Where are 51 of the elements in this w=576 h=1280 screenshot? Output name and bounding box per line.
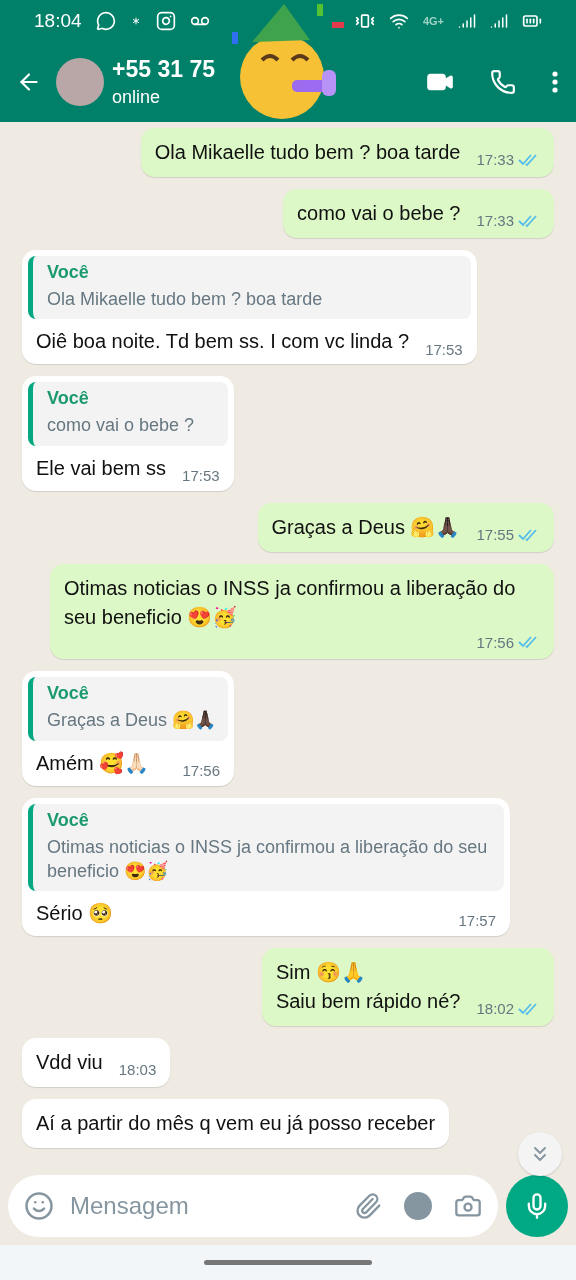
instagram-icon: [155, 11, 176, 31]
message-time: 17:33: [476, 150, 514, 171]
quoted-message[interactable]: Você Ola Mikaelle tudo bem ? boa tarde: [28, 256, 471, 320]
menu-icon: [552, 71, 558, 93]
phone-icon: [490, 69, 516, 95]
vibrate-icon: [354, 11, 375, 31]
signal-icon: [490, 12, 508, 30]
quote-text: Graças a Deus 🤗🙏🏿: [47, 709, 217, 733]
network-type: 4G+: [422, 15, 444, 27]
message-time: 17:53: [425, 339, 463, 360]
chat-bubble-icon: [95, 11, 116, 31]
message-text: Amém 🥰🙏🏻: [36, 750, 150, 776]
message-text: Otimas noticias o INSS ja confirmou a liberação do seu beneficio 😍🥳: [64, 575, 517, 631]
status-time: 18:04: [34, 10, 82, 32]
contact-name[interactable]: +55 31 75: [112, 56, 396, 83]
message-text: Ele vai bem ss: [36, 455, 167, 481]
quoted-message[interactable]: Você como vai o bebe ?: [28, 382, 228, 446]
signal-icon: [458, 12, 476, 30]
message-time: 17:56: [476, 632, 514, 653]
message-text: Sim 😚🙏 Saiu bem rápido né?: [275, 960, 461, 1015]
quote-text: como vai o bebe ?: [47, 414, 196, 438]
message-input-field[interactable]: Mensagem: [68, 1191, 340, 1221]
quote-text: Ola Mikaelle tudo bem ? boa tarde: [47, 288, 324, 311]
message-time: 18:02: [476, 999, 514, 1020]
message-text: Sério 🥺: [36, 901, 114, 927]
quote-author: Você: [47, 388, 90, 410]
message-time: 18:03: [118, 1060, 157, 1081]
message-text: Graças a Deus 🤗🙏🏿: [271, 514, 461, 540]
message-text: Aí a partir do mês q vem eu já posso receber: [36, 1111, 436, 1137]
message-text: como vai o bebe ?: [297, 201, 461, 226]
message-time: 17:53: [182, 465, 220, 486]
wifi-icon: [388, 11, 409, 31]
message-composer-field[interactable]: Mensagem: [8, 1175, 498, 1237]
quoted-message[interactable]: Você Graças a Deus 🤗🙏🏿: [28, 677, 229, 741]
quote-author: Você: [47, 683, 90, 705]
message-time: 17:55: [476, 524, 514, 545]
message-time: 17:57: [458, 911, 496, 932]
smiley-icon: [24, 1191, 54, 1221]
contact-avatar[interactable]: [56, 58, 104, 106]
quote-author: Você: [47, 809, 90, 831]
message-text: Ola Mikaelle tudo bem ? boa tarde: [154, 140, 461, 165]
message-time: 17:56: [182, 760, 221, 781]
message-time: 17:33: [476, 211, 514, 232]
paperclip-icon: [354, 1192, 382, 1220]
scroll-down-button[interactable]: [518, 1132, 562, 1176]
message-text: Oiê boa noite. Td bem ss. I com vc linda ?: [36, 329, 410, 355]
contact-status: online: [112, 87, 162, 108]
quote-text: Otimas noticias o INSS ja confirmou a liberação do seu beneficio 😍🥳: [47, 835, 489, 883]
quoted-message[interactable]: Você Otimas noticias o INSS ja confirmou a liberação do seu beneficio 😍🥳: [28, 803, 504, 892]
message-text: Vdd viu: [36, 1050, 103, 1076]
quote-author: Você: [47, 262, 90, 283]
